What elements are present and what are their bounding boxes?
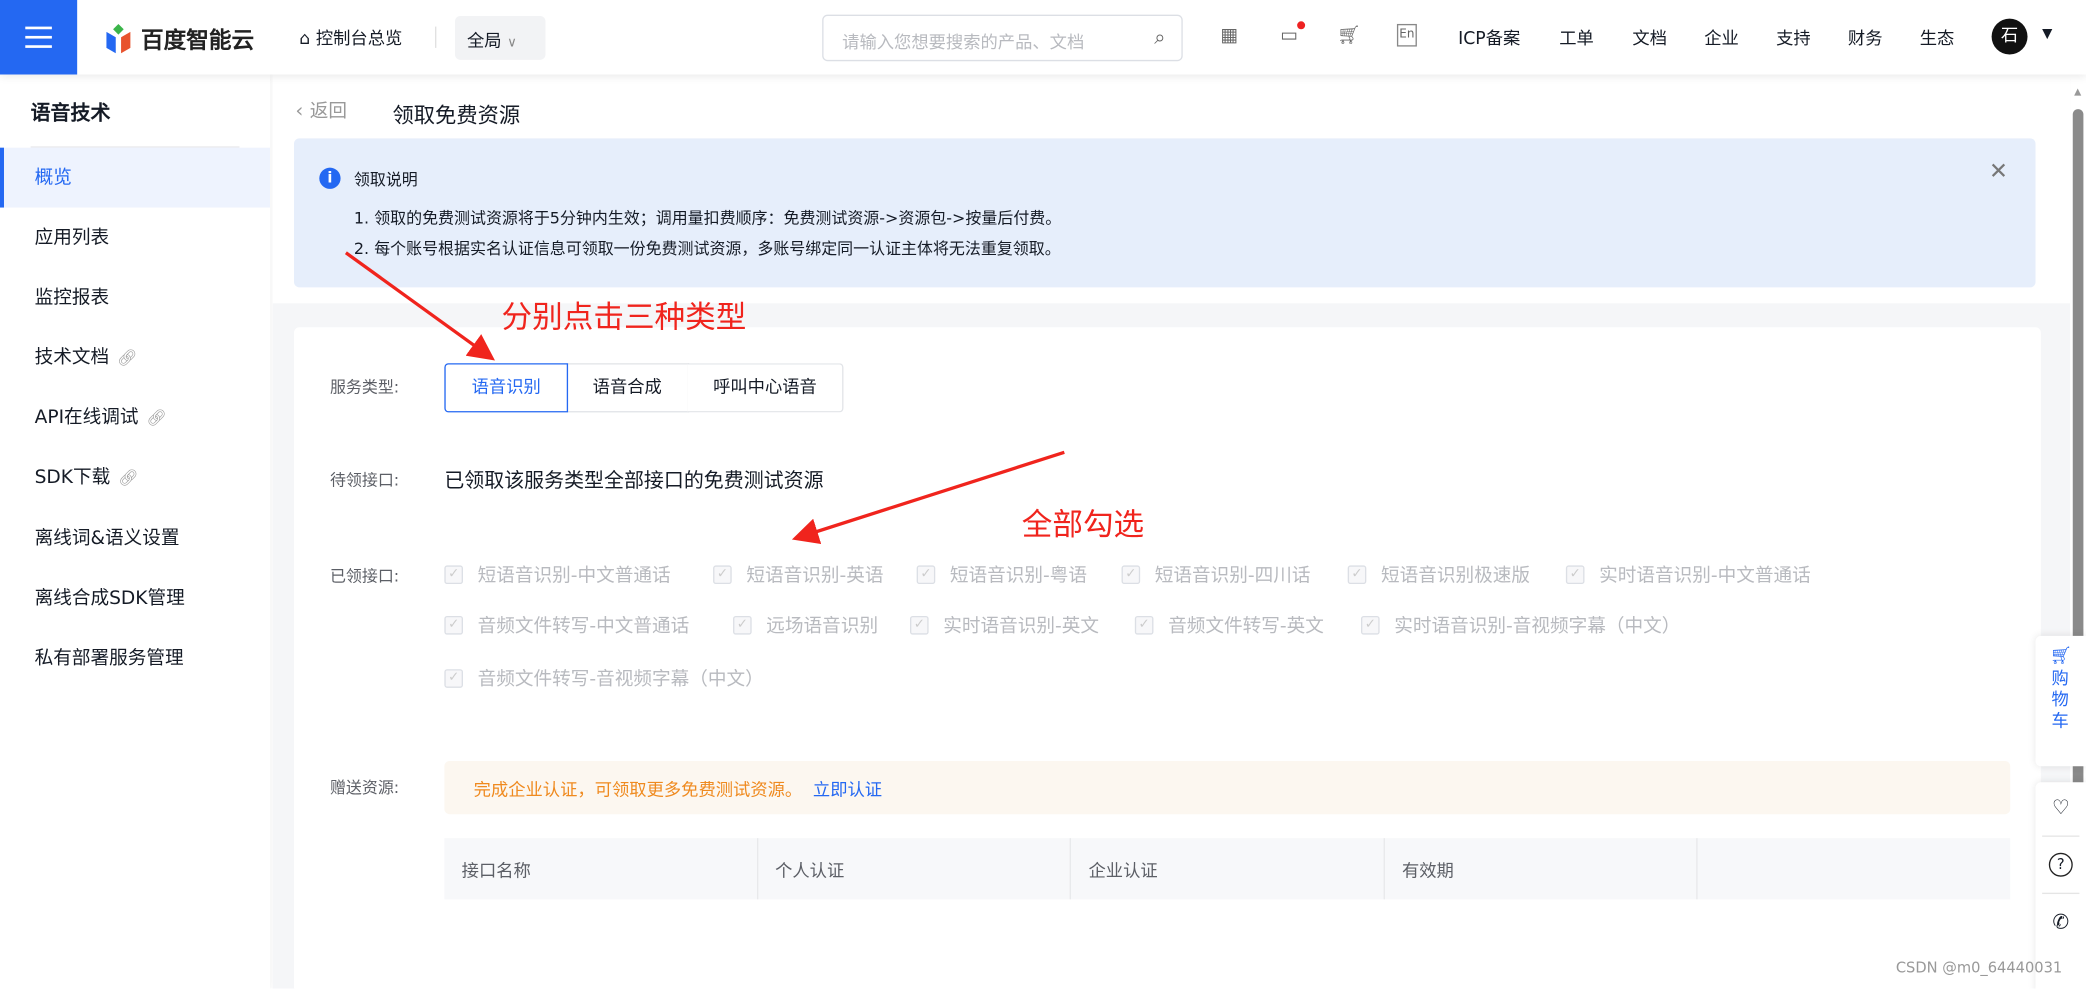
home-icon: ⌂	[299, 29, 316, 50]
divider	[435, 26, 437, 48]
arrow-2	[791, 450, 1065, 545]
cart-label: 购物车	[2051, 669, 2069, 732]
caret-down-icon[interactable]: ▼	[2042, 27, 2052, 42]
console-page: 百度智能云 ⌂ 控制台总览 全局 ∨ 请输入您想要搜索的产品、文档 ⌕ ▦ ▭ 🛒…	[0, 0, 2086, 989]
cart-float-button[interactable]: 🛒︎ 购物车	[2035, 635, 2086, 767]
qrcode-icon[interactable]: ▦	[1217, 24, 1241, 48]
language-icon[interactable]: En	[1396, 23, 1417, 47]
watermark: CSDN @m0_64440031	[1895, 959, 2063, 977]
nav-ticket[interactable]: 工单	[1559, 24, 1594, 49]
favorite-icon[interactable]: ♡	[2036, 796, 2086, 820]
arrow-1	[344, 251, 495, 361]
notification-dot	[1297, 21, 1306, 30]
nav-docs[interactable]: 文档	[1632, 24, 1667, 49]
user-avatar[interactable]: 石	[1991, 18, 2028, 55]
nav-enterprise[interactable]: 企业	[1704, 24, 1739, 49]
search-icon[interactable]: ⌕	[1154, 25, 1165, 49]
brand-logo[interactable]: 百度智能云	[104, 21, 255, 55]
float-toolbar: ♡ ? ✆	[2035, 782, 2086, 989]
console-label: 控制台总览	[315, 29, 403, 50]
help-icon[interactable]: ?	[2048, 852, 2073, 877]
brand-name: 百度智能云	[141, 27, 255, 55]
top-navbar: 百度智能云 ⌂ 控制台总览 全局 ∨ 请输入您想要搜索的产品、文档 ⌕ ▦ ▭ 🛒…	[0, 0, 2086, 75]
nav-icp[interactable]: ICP备案	[1458, 24, 1520, 49]
cart-icon[interactable]: 🛒︎	[1337, 24, 1361, 48]
annotation-arrows	[344, 251, 1065, 545]
tab-speech-recognition[interactable]: 语音识别	[444, 363, 569, 413]
chevron-down-icon: ∨	[507, 35, 517, 51]
search-placeholder: 请输入您想要搜索的产品、文档	[842, 33, 1085, 54]
scope-dropdown[interactable]: 全局 ∨	[454, 15, 546, 60]
nav-ecosystem[interactable]: 生态	[1920, 24, 1955, 49]
menu-button[interactable]	[0, 0, 78, 75]
search-input[interactable]: 请输入您想要搜索的产品、文档 ⌕	[822, 14, 1183, 62]
phone-icon[interactable]: ✆	[2036, 910, 2086, 934]
nav-support[interactable]: 支持	[1776, 24, 1811, 49]
logo-icon	[106, 23, 131, 53]
console-overview-link[interactable]: ⌂ 控制台总览	[299, 24, 402, 49]
nav-finance[interactable]: 财务	[1848, 24, 1883, 49]
message-icon[interactable]: ▭	[1277, 21, 1306, 48]
scope-value: 全局	[466, 31, 502, 52]
cart-icon: 🛒︎	[2049, 646, 2072, 667]
